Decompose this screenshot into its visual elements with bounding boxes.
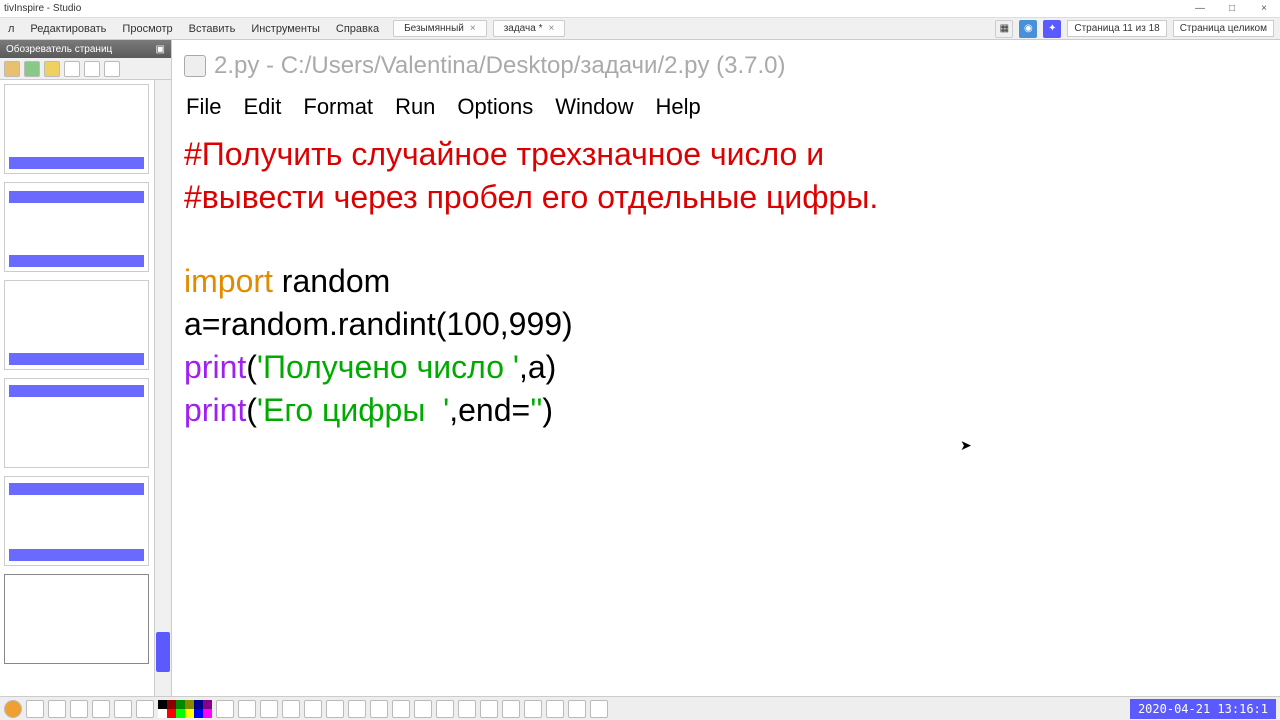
code-comment: #вывести через пробел его отдельные цифр… — [184, 179, 878, 215]
tab-close-icon[interactable]: × — [470, 23, 476, 34]
view-mode[interactable]: Страница целиком — [1173, 20, 1274, 37]
idle-menu-file[interactable]: File — [186, 94, 221, 120]
toolbar-button[interactable] — [48, 700, 66, 718]
code-area[interactable]: #Получить случайное трехзначное число и … — [172, 124, 1280, 443]
select-tool-icon[interactable] — [238, 700, 256, 718]
menu-help[interactable]: Справка — [328, 23, 387, 35]
sidebar-scrollbar[interactable] — [154, 80, 171, 696]
code-builtin: print — [184, 349, 246, 385]
code-text: ,a) — [519, 349, 556, 385]
tab-untitled[interactable]: Безымянный × — [393, 20, 487, 37]
code-string: 'Получено число ' — [257, 349, 519, 385]
text-tool-icon[interactable] — [392, 700, 410, 718]
window-titlebar: tivInspire - Studio — □ × — [0, 0, 1280, 18]
toolbar-button[interactable] — [136, 700, 154, 718]
page-thumbnail[interactable] — [4, 378, 149, 468]
file-title: 2.py - C:/Users/Valentina/Desktop/задачи… — [214, 52, 786, 80]
tool-icon[interactable] — [64, 61, 80, 77]
minimize-button[interactable]: — — [1186, 2, 1214, 16]
promethean-icon[interactable]: ✦ — [1043, 20, 1061, 38]
idle-menu-edit[interactable]: Edit — [243, 94, 281, 120]
tab-label: задача * — [504, 23, 543, 34]
scrollbar-thumb[interactable] — [156, 632, 170, 672]
tab-label: Безымянный — [404, 23, 464, 34]
idle-menu-options[interactable]: Options — [457, 94, 533, 120]
code-string: '' — [530, 392, 542, 428]
toolbar-button[interactable] — [480, 700, 498, 718]
idle-menu-help[interactable]: Help — [656, 94, 701, 120]
page-thumbnail[interactable] — [4, 84, 149, 174]
sticky-icon[interactable] — [44, 61, 60, 77]
idle-menu-window[interactable]: Window — [555, 94, 633, 120]
page-thumbnail[interactable] — [4, 182, 149, 272]
toolbar-button[interactable] — [546, 700, 564, 718]
app-title: tivInspire - Studio — [4, 3, 81, 14]
sidebar-toolbar — [0, 58, 171, 80]
menu-view[interactable]: Просмотр — [114, 23, 180, 35]
toolbar-button[interactable] — [414, 700, 432, 718]
page-indicator: Страница 11 из 18 — [1067, 20, 1166, 37]
menu-insert[interactable]: Вставить — [181, 23, 244, 35]
menu-tools[interactable]: Инструменты — [243, 23, 328, 35]
fill-tool-icon[interactable] — [326, 700, 344, 718]
notes-icon[interactable] — [24, 61, 40, 77]
toolbar-button[interactable] — [26, 700, 44, 718]
toolbar-icon[interactable]: ▦ — [995, 20, 1013, 38]
main-menubar: л Редактировать Просмотр Вставить Инстру… — [0, 18, 1280, 40]
code-text: ( — [246, 392, 257, 428]
toolbar-button[interactable] — [216, 700, 234, 718]
activinspire-icon[interactable] — [4, 700, 22, 718]
snapshot-icon[interactable]: ◉ — [1019, 20, 1037, 38]
code-keyword: import — [184, 263, 273, 299]
connector-tool-icon[interactable] — [370, 700, 388, 718]
home-icon[interactable] — [4, 61, 20, 77]
code-builtin: print — [184, 392, 246, 428]
thumbnail-list[interactable] — [0, 80, 171, 696]
idle-editor: 2.py - C:/Users/Valentina/Desktop/задачи… — [172, 40, 1280, 696]
highlighter-tool-icon[interactable] — [282, 700, 300, 718]
toolbar-button[interactable] — [590, 700, 608, 718]
maximize-button[interactable]: □ — [1218, 2, 1246, 16]
toolbar-button[interactable] — [458, 700, 476, 718]
toolbar-button[interactable] — [568, 700, 586, 718]
menu-file[interactable]: л — [0, 23, 22, 35]
tab-zadacha[interactable]: задача * × — [493, 20, 566, 37]
close-button[interactable]: × — [1250, 2, 1278, 16]
page-browser-sidebar: Обозреватель страниц ▣ — [0, 40, 172, 696]
tab-close-icon[interactable]: × — [548, 23, 554, 34]
pen-tool-icon[interactable] — [260, 700, 278, 718]
idle-menu-run[interactable]: Run — [395, 94, 435, 120]
tool-icon[interactable] — [84, 61, 100, 77]
code-comment: #Получить случайное трехзначное число и — [184, 136, 824, 172]
page-thumbnail[interactable] — [4, 280, 149, 370]
bottom-toolbar: 2020-04-21 13:16:1 — [0, 696, 1280, 720]
toolbar-button[interactable] — [114, 700, 132, 718]
code-text: random — [273, 263, 390, 299]
python-file-icon — [184, 55, 206, 77]
menu-edit[interactable]: Редактировать — [22, 23, 114, 35]
timestamp: 2020-04-21 13:16:1 — [1130, 699, 1276, 719]
tool-icon[interactable] — [104, 61, 120, 77]
sidebar-pin-icon[interactable]: ▣ — [156, 44, 165, 55]
page-thumbnail[interactable] — [4, 476, 149, 566]
code-text: a=random.randint(100,999) — [184, 306, 573, 342]
toolbar-button[interactable] — [70, 700, 88, 718]
code-text: ( — [246, 349, 257, 385]
page-thumbnail-active[interactable] — [4, 574, 149, 664]
eraser-tool-icon[interactable] — [304, 700, 322, 718]
sidebar-header: Обозреватель страниц ▣ — [0, 40, 171, 58]
sidebar-title: Обозреватель страниц — [6, 44, 112, 55]
idle-menu-format[interactable]: Format — [303, 94, 373, 120]
code-text: ,end= — [449, 392, 530, 428]
toolbar-button[interactable] — [524, 700, 542, 718]
color-palette[interactable] — [158, 700, 212, 718]
toolbar-button[interactable] — [92, 700, 110, 718]
toolbar-button[interactable] — [436, 700, 454, 718]
toolbar-button[interactable] — [502, 700, 520, 718]
shape-tool-icon[interactable] — [348, 700, 366, 718]
code-string: 'Его цифры ' — [257, 392, 449, 428]
idle-menubar: File Edit Format Run Options Window Help — [172, 84, 1280, 124]
code-text: ) — [542, 392, 553, 428]
